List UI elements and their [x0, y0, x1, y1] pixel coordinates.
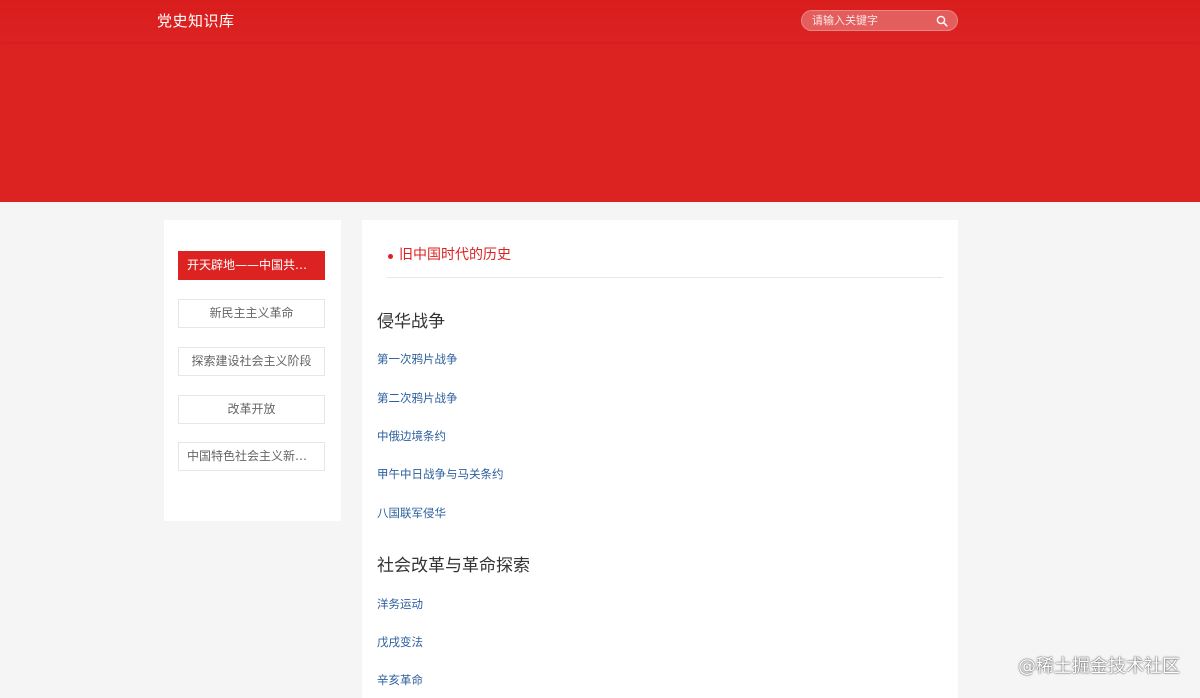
- era-header: 旧中国时代的历史: [387, 243, 943, 278]
- bullet-dot-icon: [388, 254, 393, 259]
- watermark: @稀土掘金技术社区: [1018, 656, 1180, 677]
- main-content: 旧中国时代的历史 侵华战争 第一次鸦片战争 第二次鸦片战争 中俄边境条约 甲午中…: [362, 220, 958, 698]
- search-input[interactable]: [812, 13, 932, 28]
- page: 党史知识库 开天辟地——中国共产党成立 新民主主义革命 探索建设社会主义阶段 改…: [0, 0, 1200, 698]
- article-link[interactable]: 第一次鸦片战争: [377, 351, 458, 367]
- sidebar: 开天辟地——中国共产党成立 新民主主义革命 探索建设社会主义阶段 改革开放 中国…: [164, 220, 341, 521]
- sidebar-item-reform-opening[interactable]: 改革开放: [178, 395, 325, 424]
- search-icon[interactable]: [936, 15, 948, 27]
- era-title: 旧中国时代的历史: [399, 247, 511, 263]
- article-link[interactable]: 八国联军侵华: [377, 505, 446, 521]
- article-link[interactable]: 甲午中日战争与马关条约: [377, 466, 504, 482]
- article-link[interactable]: 第二次鸦片战争: [377, 390, 458, 406]
- sidebar-item-socialist-construction[interactable]: 探索建设社会主义阶段: [178, 347, 325, 376]
- article-link[interactable]: 洋务运动: [377, 596, 423, 612]
- section-title: 侵华战争: [377, 312, 445, 332]
- site-title[interactable]: 党史知识库: [157, 11, 235, 31]
- sidebar-item-new-democratic-revolution[interactable]: 新民主主义革命: [178, 299, 325, 328]
- article-link[interactable]: 辛亥革命: [377, 672, 423, 688]
- section-title: 社会改革与革命探索: [377, 556, 530, 576]
- article-link[interactable]: 中俄边境条约: [377, 428, 446, 444]
- article-link[interactable]: 戊戌变法: [377, 634, 423, 650]
- search-box[interactable]: [801, 10, 958, 31]
- top-navbar: 党史知识库: [0, 0, 1200, 42]
- sidebar-item-new-era[interactable]: 中国特色社会主义新时代: [178, 442, 325, 471]
- sidebar-item-founding[interactable]: 开天辟地——中国共产党成立: [178, 251, 325, 280]
